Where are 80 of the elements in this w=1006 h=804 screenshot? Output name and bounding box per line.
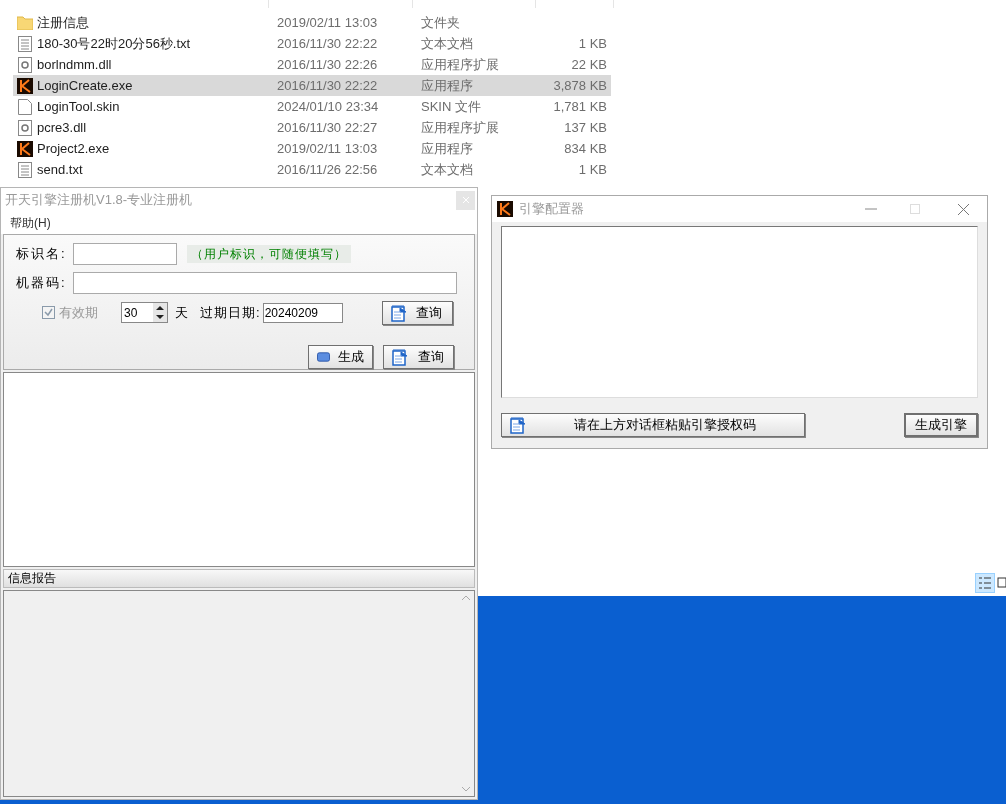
file-name: pcre3.dll xyxy=(37,118,88,137)
file-type: 应用程序 xyxy=(421,139,474,158)
file-type: 应用程序扩展 xyxy=(421,118,500,137)
generate-button[interactable]: 生成 xyxy=(308,344,373,369)
file-name: LoginCreate.exe xyxy=(37,76,134,95)
menu-item[interactable]: 帮助(H) xyxy=(10,214,51,232)
days-unit: 天 xyxy=(175,303,188,322)
file-date: 2019/02/11 13:03 xyxy=(277,13,379,32)
details-view-icon[interactable] xyxy=(975,573,995,593)
file-name: send.txt xyxy=(37,160,84,179)
file-size: 1 KB xyxy=(577,34,608,53)
file-name: 注册信息 xyxy=(37,13,90,32)
id-name-field[interactable] xyxy=(73,242,177,265)
paste-license-button[interactable]: 请在上方对话框粘贴引擎授权码 xyxy=(501,413,805,437)
file-date: 2016/11/26 22:56 xyxy=(277,160,379,179)
file-row[interactable]: send.txt 2016/11/26 22:56 文本文档 1 KB xyxy=(13,159,611,180)
maximize-icon[interactable] xyxy=(910,204,920,214)
generate-engine-button[interactable]: 生成引擎 xyxy=(904,413,978,437)
file-type: 应用程序扩展 xyxy=(421,55,500,74)
app-icon xyxy=(17,77,33,94)
file-row[interactable]: borlndmm.dll 2016/11/30 22:26 应用程序扩展 22 KB xyxy=(13,54,611,75)
app-icon xyxy=(17,140,33,157)
gear-file-icon xyxy=(18,119,32,136)
hint-text: （用户标识，可随便填写） xyxy=(187,244,351,263)
days-spinner[interactable]: 30 xyxy=(121,302,168,324)
file-size: 137 KB xyxy=(563,118,608,137)
folder-icon xyxy=(17,15,33,30)
field-label: 标识名: xyxy=(16,244,68,263)
file-type: 文本文档 xyxy=(421,160,474,179)
file-row[interactable]: Project2.exe 2019/02/11 13:03 应用程序 834 KB xyxy=(13,138,611,159)
file-name: Project2.exe xyxy=(37,139,111,158)
file-row[interactable]: pcre3.dll 2016/11/30 22:27 应用程序扩展 137 KB xyxy=(13,117,611,138)
file-date: 2016/11/30 22:27 xyxy=(277,118,379,137)
file-type: 文件夹 xyxy=(421,13,461,32)
text-file-icon xyxy=(18,35,32,52)
notepad-icon xyxy=(392,347,408,366)
window-title: 引擎配置器 xyxy=(519,200,585,219)
query-button[interactable]: 查询 xyxy=(383,344,454,369)
window-title: 开天引擎注册机V1.8-专业注册机 xyxy=(5,191,193,210)
blank-file-icon xyxy=(18,98,32,115)
file-type: 应用程序 xyxy=(421,76,474,95)
file-date: 2019/02/11 13:03 xyxy=(277,139,379,158)
file-size: 834 KB xyxy=(563,139,608,158)
file-row[interactable]: LoginCreate.exe 2016/11/30 22:22 应用程序 3,878 KB xyxy=(13,75,611,96)
file-name: borlndmm.dll xyxy=(37,55,113,74)
file-date: 2016/11/30 22:22 xyxy=(277,76,379,95)
file-date: 2016/11/30 22:22 xyxy=(277,34,379,53)
query-button[interactable]: 查询 xyxy=(381,300,453,325)
file-size: 3,878 KB xyxy=(552,76,608,95)
scroll-up-icon xyxy=(462,595,470,600)
report-header: 信息报告 xyxy=(3,569,475,588)
file-size: 22 KB xyxy=(570,55,608,74)
notepad-icon xyxy=(510,416,526,434)
file-size: 1 KB xyxy=(577,160,608,179)
file-row[interactable]: 注册信息 2019/02/11 13:03 文件夹 xyxy=(13,12,611,33)
file-row[interactable]: LoginTool.skin 2024/01/10 23:34 SKIN 文件 1,781 KB xyxy=(13,96,611,117)
file-name: LoginTool.skin xyxy=(37,97,121,116)
app-icon xyxy=(497,201,513,217)
spinner-arrows-icon xyxy=(153,303,167,323)
close-button[interactable] xyxy=(456,190,475,210)
file-date: 2016/11/30 22:26 xyxy=(277,55,379,74)
thumbnail-view-icon[interactable] xyxy=(997,575,1006,591)
generate-icon xyxy=(317,351,330,362)
file-size: 1,781 KB xyxy=(552,97,608,116)
file-type: SKIN 文件 xyxy=(421,97,482,116)
file-date: 2024/01/10 23:34 xyxy=(277,97,380,116)
checkbox-label: 有效期 xyxy=(59,303,99,322)
expiry-label: 过期日期: xyxy=(200,303,261,322)
expiry-date-field[interactable]: 20240209 xyxy=(262,302,343,323)
scroll-down-icon xyxy=(462,787,470,792)
field-label: 机器码: xyxy=(16,273,68,292)
file-name: 180-30号22时20分56秒.txt xyxy=(37,34,192,53)
text-file-icon xyxy=(18,161,32,178)
notepad-icon xyxy=(390,303,407,322)
machine-code-field[interactable] xyxy=(73,271,457,294)
file-type: 文本文档 xyxy=(421,34,474,53)
gear-file-icon xyxy=(18,56,32,73)
file-row[interactable]: 180-30号22时20分56秒.txt 2016/11/30 22:22 文本文档 1 KB xyxy=(13,33,611,54)
close-icon[interactable] xyxy=(958,203,969,215)
close-icon xyxy=(462,197,469,203)
